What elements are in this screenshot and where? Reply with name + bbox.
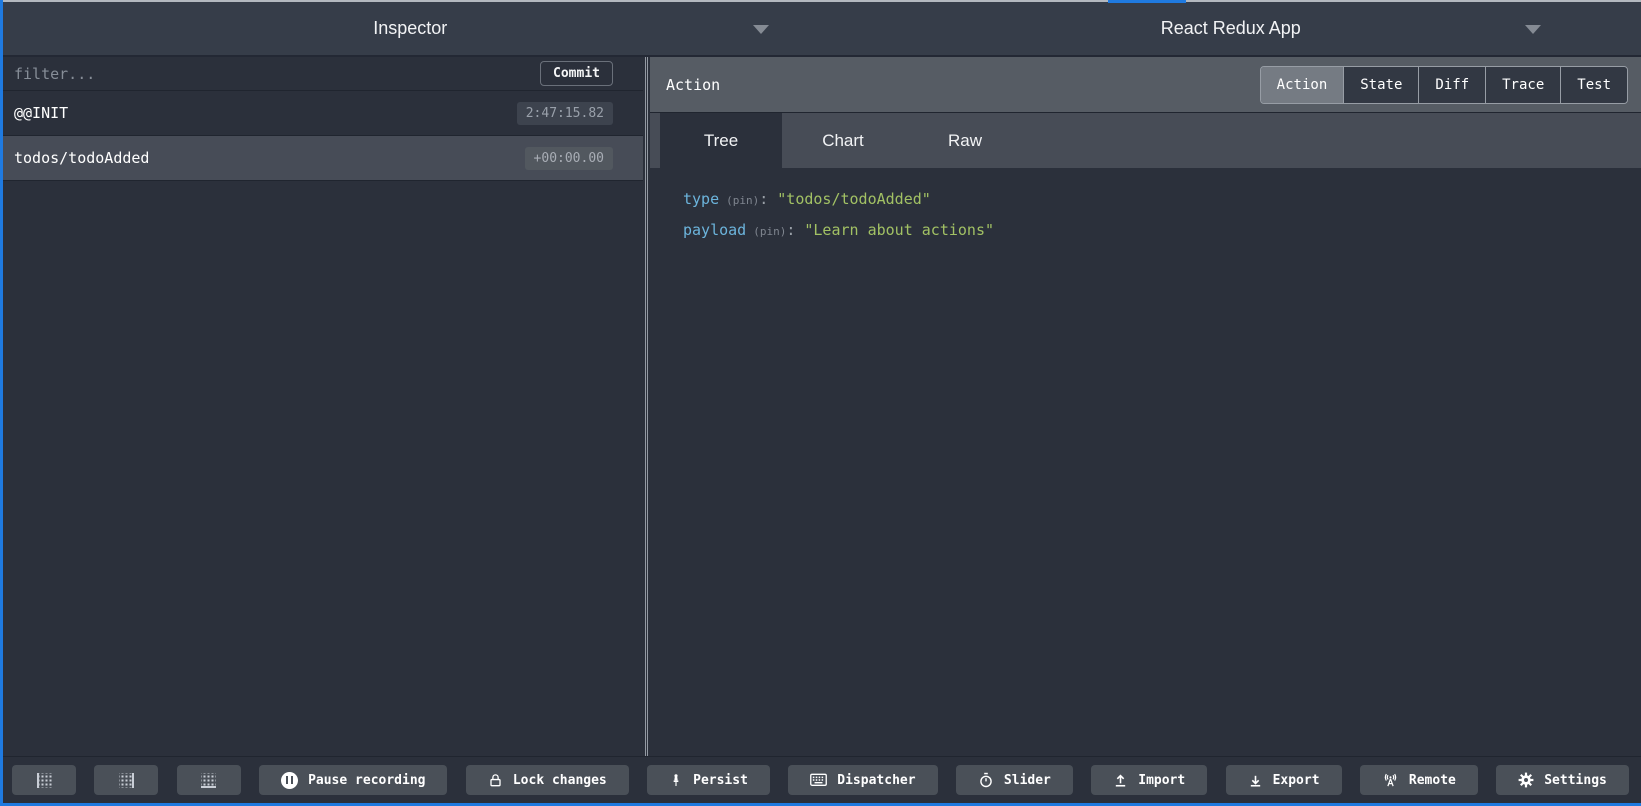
- lock-icon: [488, 773, 503, 788]
- filter-row: Commit: [0, 57, 643, 91]
- gear-icon: [1518, 772, 1534, 788]
- bottom-toolbar: Pause recording Lock changes Persist: [0, 756, 1641, 806]
- action-label: @@INIT: [14, 104, 68, 122]
- window-left-edge: [0, 0, 3, 806]
- pin-icon: [669, 773, 683, 788]
- tab-state[interactable]: State: [1343, 67, 1418, 103]
- action-timestamp-badge: 2:47:15.82: [517, 102, 613, 125]
- window-top-edge-accent: [1108, 0, 1186, 3]
- keyboard-icon: [810, 773, 827, 787]
- tab-diff[interactable]: Diff: [1418, 67, 1485, 103]
- subtab-tree[interactable]: Tree: [660, 113, 782, 168]
- dispatcher-button[interactable]: Dispatcher: [788, 765, 937, 795]
- tree-row-type[interactable]: type(pin):"todos/todoAdded": [683, 190, 1621, 208]
- detail-tab-group: Action State Diff Trace Test: [1260, 66, 1628, 104]
- dock-left-icon: [37, 773, 52, 788]
- panel-resizer-handle[interactable]: [643, 57, 650, 756]
- action-row-init[interactable]: @@INIT 2:47:15.82: [0, 91, 643, 136]
- action-list-panel: Commit @@INIT 2:47:15.82 todos/todoAdded…: [0, 57, 643, 756]
- detail-header-title: Action: [666, 76, 720, 94]
- import-button[interactable]: Import: [1091, 765, 1207, 795]
- inspector-detail-panel: Action Action State Diff Trace Test Tree…: [650, 57, 1641, 756]
- chevron-down-icon: [1525, 25, 1541, 34]
- json-tree-view: type(pin):"todos/todoAdded" payload(pin)…: [650, 168, 1641, 756]
- monitor-select[interactable]: Inspector: [0, 2, 821, 55]
- chevron-down-icon: [753, 25, 769, 34]
- action-label: todos/todoAdded: [14, 149, 149, 167]
- dock-bottom-icon: [201, 773, 216, 788]
- upload-icon: [1113, 773, 1128, 788]
- pin-link[interactable]: (pin): [726, 194, 759, 207]
- window-top-edge: [0, 0, 1641, 2]
- dock-right-icon: [119, 773, 134, 788]
- pause-recording-button[interactable]: Pause recording: [259, 765, 447, 795]
- tree-key: payload: [683, 221, 746, 239]
- dock-right-button[interactable]: [94, 765, 158, 795]
- tree-value: "Learn about actions": [804, 221, 994, 239]
- tree-row-payload[interactable]: payload(pin):"Learn about actions": [683, 221, 1621, 239]
- filter-input[interactable]: [0, 57, 540, 90]
- antenna-icon: [1382, 773, 1399, 788]
- main-area: Commit @@INIT 2:47:15.82 todos/todoAdded…: [0, 57, 1641, 756]
- tab-action[interactable]: Action: [1261, 67, 1344, 103]
- monitor-select-label: Inspector: [373, 18, 447, 39]
- lock-changes-button[interactable]: Lock changes: [466, 765, 629, 795]
- tree-value: "todos/todoAdded": [777, 190, 931, 208]
- detail-header: Action Action State Diff Trace Test: [650, 57, 1641, 112]
- subtab-chart[interactable]: Chart: [782, 113, 904, 168]
- redux-devtools-window: Inspector React Redux App Commit @@INIT …: [0, 0, 1641, 806]
- pause-icon: [281, 772, 298, 789]
- settings-button[interactable]: Settings: [1496, 765, 1629, 795]
- commit-button[interactable]: Commit: [540, 61, 613, 86]
- view-subtabs: Tree Chart Raw: [650, 112, 1641, 168]
- export-button[interactable]: Export: [1226, 765, 1342, 795]
- action-list: @@INIT 2:47:15.82 todos/todoAdded +00:00…: [0, 91, 643, 756]
- instance-select-label: React Redux App: [1161, 18, 1301, 39]
- tab-test[interactable]: Test: [1560, 67, 1627, 103]
- action-row-todo-added[interactable]: todos/todoAdded +00:00.00: [0, 136, 643, 181]
- tab-trace[interactable]: Trace: [1485, 67, 1560, 103]
- dock-bottom-button[interactable]: [177, 765, 241, 795]
- tree-key: type: [683, 190, 719, 208]
- persist-button[interactable]: Persist: [647, 765, 770, 795]
- remote-button[interactable]: Remote: [1360, 765, 1478, 795]
- top-bar: Inspector React Redux App: [0, 2, 1641, 57]
- dock-left-button[interactable]: [12, 765, 76, 795]
- slider-button[interactable]: Slider: [956, 765, 1073, 795]
- subtab-raw[interactable]: Raw: [904, 113, 1026, 168]
- instance-select[interactable]: React Redux App: [821, 2, 1641, 55]
- stopwatch-icon: [978, 772, 994, 788]
- action-timestamp-badge: +00:00.00: [525, 147, 613, 170]
- pin-link[interactable]: (pin): [753, 225, 786, 238]
- download-icon: [1248, 773, 1263, 788]
